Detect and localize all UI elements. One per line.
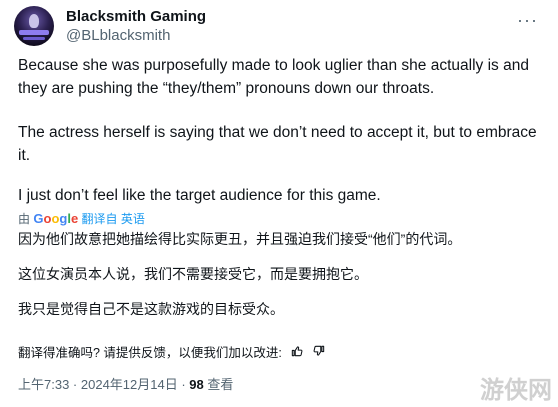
translation-paragraph-1: 因为他们故意把她描绘得比实际更丑，并且强迫我们接受“他们”的代词。: [18, 231, 462, 247]
author-name[interactable]: Blacksmith Gaming: [66, 8, 206, 25]
thumbs-up-icon[interactable]: [290, 344, 304, 358]
tweet-header: Blacksmith Gaming @BLblacksmith ···: [14, 6, 544, 46]
avatar-logo-bar-small: [23, 37, 45, 40]
tweet-date[interactable]: 2024年12月14日: [81, 377, 178, 392]
avatar-logo-bar: [19, 30, 49, 35]
avatar-figure: [29, 14, 39, 28]
watermark: 游侠网: [480, 376, 552, 404]
translated-from-link[interactable]: 翻译自 英语: [82, 212, 145, 226]
ellipsis-icon[interactable]: ···: [517, 10, 538, 31]
translation-paragraph-3: 我只是觉得自己不是这款游戏的目标受众。: [18, 301, 284, 317]
translation-paragraph-2: 这位女演员本人说，我们不需要接受它，而是要拥抱它。: [18, 266, 368, 282]
views-label: 查看: [207, 377, 234, 392]
tweet-paragraph-1: Because she was purposefully made to loo…: [18, 57, 529, 97]
thumbs-down-icon[interactable]: [312, 344, 326, 358]
avatar[interactable]: [14, 6, 54, 46]
views-count: 98: [189, 377, 204, 392]
tweet-time[interactable]: 上午7:33: [18, 377, 69, 392]
tweet-paragraph-3: I just don’t feel like the target audien…: [18, 187, 381, 204]
translated-by: 由 Google 翻译自 英语: [18, 210, 145, 226]
translated-by-prefix: 由: [18, 212, 31, 226]
tweet-paragraph-2: The actress herself is saying that we do…: [18, 124, 537, 164]
google-logo: Google: [33, 211, 79, 226]
feedback-prompt: 翻译得准确吗? 请提供反馈，以便我们加以改进:: [18, 345, 282, 360]
tweet-meta: 上午7:33 · 2024年12月14日 · 98 查看: [18, 377, 234, 392]
author-handle[interactable]: @BLblacksmith: [66, 27, 170, 44]
translation-feedback: 翻译得准确吗? 请提供反馈，以便我们加以改进:: [18, 342, 326, 360]
